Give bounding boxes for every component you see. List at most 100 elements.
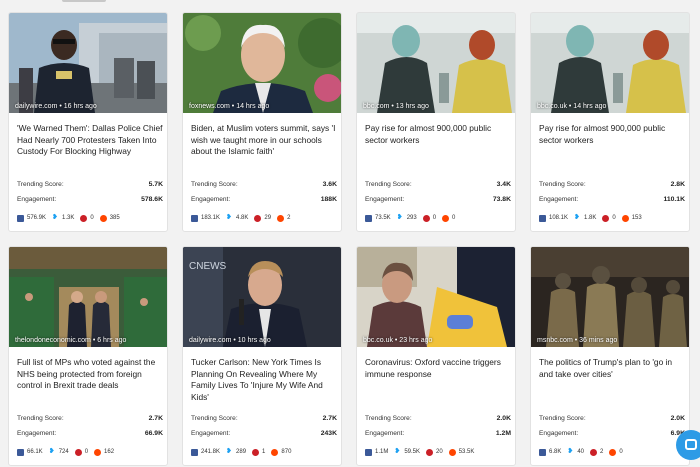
article-thumbnail[interactable]: msnbc.com • 36 mins ago — [531, 247, 689, 347]
pinterest-icon — [80, 214, 88, 222]
twitter-icon: ❥ — [574, 214, 580, 221]
article-thumbnail[interactable]: bbc.com • 13 hrs ago — [357, 13, 515, 113]
pinterest-icon — [426, 448, 434, 456]
trending-score-label: Trending Score: — [191, 181, 238, 188]
twitter-count: 40 — [577, 449, 585, 455]
article-title[interactable]: Pay rise for almost 900,000 public secto… — [539, 123, 685, 146]
article-title[interactable]: The politics of Trump's plan to 'go in a… — [539, 357, 685, 380]
social-counts: 66.1K ❥ 724 0 162 — [17, 447, 167, 457]
article-source[interactable]: foxnews.com • 14 hrs ago — [189, 103, 269, 110]
engagement-row: Engagement: 578.6K — [17, 196, 163, 203]
engagement-row: Engagement: 6.9K — [539, 430, 685, 437]
engagement-label: Engagement: — [365, 430, 405, 437]
thumbnail-image: CNEWS — [183, 247, 341, 347]
article-card[interactable]: dailywire.com • 16 hrs ago 'We Warned Th… — [8, 12, 168, 232]
facebook-icon — [365, 448, 372, 456]
pinterest-icon — [422, 214, 430, 222]
engagement-value: 73.8K — [492, 196, 511, 203]
article-title[interactable]: Pay rise for almost 900,000 public secto… — [365, 123, 511, 146]
reddit-icon — [442, 214, 450, 222]
reddit-count: 162 — [104, 449, 115, 455]
reddit-icon — [609, 448, 617, 456]
reddit-icon — [277, 214, 285, 222]
article-source[interactable]: dailywire.com • 10 hrs ago — [189, 337, 271, 344]
article-card[interactable]: bbc.com • 13 hrs ago Pay rise for almost… — [356, 12, 516, 232]
reddit-icon — [621, 214, 629, 222]
article-card[interactable]: foxnews.com • 14 hrs ago Biden, at Musli… — [182, 12, 342, 232]
reddit-count: 53.5K — [458, 449, 475, 455]
engagement-row: Engagement: 243K — [191, 430, 337, 437]
article-thumbnail[interactable]: CNEWS dailywire.com • 10 hrs ago — [183, 247, 341, 347]
trending-score-label: Trending Score: — [539, 181, 586, 188]
trending-score-value: 2.7K — [148, 415, 163, 422]
article-title[interactable]: Coronavirus: Oxford vaccine triggers imm… — [365, 357, 511, 380]
twitter-icon: ❥ — [52, 214, 58, 221]
engagement-label: Engagement: — [17, 196, 57, 203]
facebook-count: 183.1K — [201, 215, 221, 221]
trending-score-value: 3.4K — [496, 181, 511, 188]
facebook-icon — [365, 214, 372, 222]
article-card[interactable]: msnbc.com • 36 mins ago The politics of … — [530, 246, 690, 466]
article-thumbnail[interactable]: foxnews.com • 14 hrs ago — [183, 13, 341, 113]
facebook-icon — [539, 214, 546, 222]
article-card[interactable]: thelondoneconomic.com • 6 hrs ago Full l… — [8, 246, 168, 466]
trending-score-label: Trending Score: — [191, 415, 238, 422]
trending-score-value: 3.6K — [322, 181, 337, 188]
pinterest-count: 2 — [600, 449, 604, 455]
twitter-icon: ❥ — [226, 214, 232, 221]
article-source[interactable]: bbc.co.uk • 23 hrs ago — [363, 337, 432, 344]
twitter-icon: ❥ — [567, 448, 574, 455]
reddit-icon — [448, 448, 456, 456]
facebook-count: 241.8K — [201, 449, 221, 455]
facebook-count: 6.8K — [549, 449, 562, 455]
engagement-row: Engagement: 188K — [191, 196, 337, 203]
article-card[interactable]: bbc.co.uk • 14 hrs ago Pay rise for almo… — [530, 12, 690, 232]
social-counts: 108.1K ❥ 1.8K 0 153 — [539, 213, 689, 223]
reddit-count: 0 — [619, 449, 623, 455]
pinterest-count: 1 — [262, 449, 266, 455]
article-title[interactable]: Biden, at Muslim voters summit, says 'I … — [191, 123, 337, 158]
pinterest-count: 0 — [84, 449, 89, 455]
facebook-count: 1.1M — [375, 449, 389, 455]
article-thumbnail[interactable]: dailywire.com • 16 hrs ago — [9, 13, 167, 113]
article-title[interactable]: 'We Warned Them': Dallas Police Chief Ha… — [17, 123, 163, 158]
trending-score-label: Trending Score: — [365, 181, 412, 188]
article-thumbnail[interactable]: bbc.co.uk • 23 hrs ago — [357, 247, 515, 347]
trending-score-label: Trending Score: — [17, 181, 64, 188]
twitter-count: 724 — [58, 449, 69, 455]
trending-score-label: Trending Score: — [17, 415, 64, 422]
chat-widget-button[interactable] — [676, 430, 700, 460]
article-title[interactable]: Tucker Carlson: New York Times Is Planni… — [191, 357, 337, 403]
twitter-count: 4.8K — [236, 215, 249, 221]
engagement-value: 1.2M — [495, 430, 511, 437]
reddit-icon — [99, 214, 107, 222]
trending-score-row: Trending Score: 3.4K — [365, 181, 511, 188]
article-source[interactable]: thelondoneconomic.com • 6 hrs ago — [15, 337, 126, 344]
article-source[interactable]: bbc.co.uk • 14 hrs ago — [537, 103, 606, 110]
trending-score-value: 5.7K — [148, 181, 163, 188]
facebook-icon — [17, 214, 24, 222]
pinterest-count: 0 — [612, 215, 616, 221]
active-tab-indicator[interactable] — [62, 0, 106, 2]
article-source[interactable]: bbc.com • 13 hrs ago — [363, 103, 429, 110]
thumbnail-image — [9, 13, 167, 113]
article-source[interactable]: dailywire.com • 16 hrs ago — [15, 103, 97, 110]
article-grid: dailywire.com • 16 hrs ago 'We Warned Th… — [8, 12, 698, 466]
pinterest-icon — [590, 448, 598, 456]
facebook-count: 108.1K — [549, 215, 569, 221]
article-title[interactable]: Full list of MPs who voted against the N… — [17, 357, 163, 392]
article-card[interactable]: CNEWS dailywire.com • 10 hrs ago Tucker … — [182, 246, 342, 466]
facebook-icon — [539, 448, 546, 456]
article-thumbnail[interactable]: bbc.co.uk • 14 hrs ago — [531, 13, 689, 113]
trending-score-row: Trending Score: 3.6K — [191, 181, 337, 188]
pinterest-icon — [254, 214, 262, 222]
engagement-row: Engagement: 110.1K — [539, 196, 685, 203]
thumbnail-image — [357, 13, 515, 113]
twitter-count: 1.8K — [584, 215, 597, 221]
pinterest-icon — [74, 448, 82, 456]
twitter-count: 289 — [236, 449, 247, 455]
trending-score-value: 2.0K — [496, 415, 511, 422]
article-card[interactable]: bbc.co.uk • 23 hrs ago Coronavirus: Oxfo… — [356, 246, 516, 466]
article-source[interactable]: msnbc.com • 36 mins ago — [537, 337, 617, 344]
article-thumbnail[interactable]: thelondoneconomic.com • 6 hrs ago — [9, 247, 167, 347]
